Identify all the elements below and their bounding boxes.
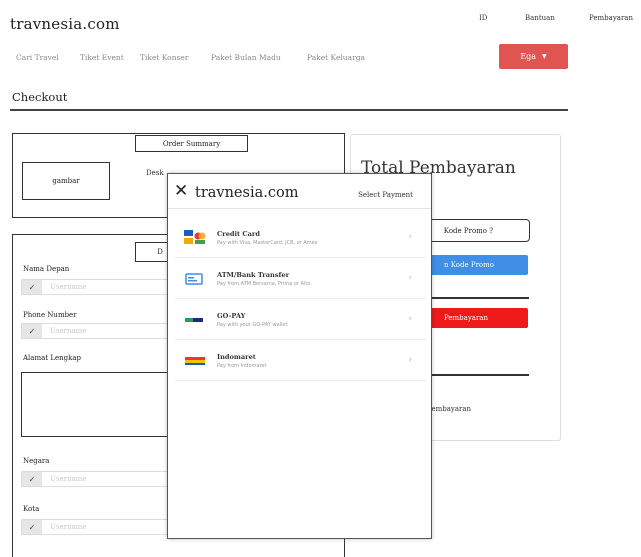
- page-title: Checkout: [12, 90, 68, 104]
- help-link[interactable]: Bantuan: [525, 14, 555, 22]
- phone-field: ✓: [21, 323, 171, 339]
- check-icon: ✓: [22, 520, 42, 534]
- chevron-right-icon: ›: [408, 273, 412, 283]
- first-name-input[interactable]: [42, 280, 170, 294]
- country-input[interactable]: [42, 472, 170, 486]
- payment-option-atm[interactable]: ATM/Bank Transfer Pay from ATM Bersama, …: [175, 259, 426, 299]
- city-input[interactable]: [42, 520, 170, 534]
- divider: [10, 109, 568, 111]
- payment-option-desc: Pay from Indomaret: [217, 362, 267, 369]
- country-field: ✓: [21, 471, 171, 487]
- phone-input[interactable]: [42, 324, 170, 338]
- payment-option-name: GO-PAY: [217, 311, 246, 320]
- payment-option-indomaret[interactable]: Indomaret Pay from Indomaret ›: [175, 341, 426, 381]
- indomaret-icon: [183, 352, 207, 370]
- first-name-label: Nama Depan: [23, 265, 70, 273]
- city-field: ✓: [21, 519, 171, 535]
- payment-option-credit-card[interactable]: Credit Card Pay with Visa, MasterCard, J…: [175, 218, 426, 258]
- address-label: Alamat Lengkap: [23, 354, 81, 362]
- chevron-right-icon: ›: [408, 314, 412, 324]
- atm-icon: [183, 270, 207, 288]
- nav-tiket-konser[interactable]: Tiket Konser: [140, 53, 188, 62]
- gopay-icon: [183, 311, 207, 329]
- payment-link[interactable]: Pembayaran: [589, 14, 633, 22]
- nav-paket-bulan-madu[interactable]: Paket Bulan Madu: [211, 53, 281, 62]
- divider: [168, 208, 431, 209]
- credit-card-icon: [183, 229, 207, 247]
- user-menu-button[interactable]: Ega ▼: [499, 44, 568, 69]
- payment-option-name: Indomaret: [217, 352, 256, 361]
- check-icon: ✓: [22, 280, 42, 294]
- caret-down-icon: ▼: [542, 53, 547, 60]
- chevron-right-icon: ›: [408, 355, 412, 365]
- payment-option-gopay[interactable]: GO-PAY Pay with your GO-PAY wallet ›: [175, 300, 426, 340]
- nav-paket-keluarga[interactable]: Paket Keluarga: [307, 53, 365, 62]
- modal-brand: travnesia.com: [195, 185, 299, 201]
- payment-option-desc: Pay from ATM Bersama, Prima or Alto: [217, 280, 311, 287]
- payment-option-desc: Pay with Visa, MasterCard, JCB, or Amex: [217, 239, 318, 246]
- check-icon: ✓: [22, 472, 42, 486]
- chevron-right-icon: ›: [408, 232, 412, 242]
- nav-cari-travel[interactable]: Cari Travel: [16, 53, 59, 62]
- payment-option-name: ATM/Bank Transfer: [217, 270, 290, 279]
- country-label: Negara: [23, 457, 50, 465]
- payment-option-desc: Pay with your GO-PAY wallet: [217, 321, 288, 328]
- user-name: Ega: [520, 52, 537, 61]
- nav-tiket-event[interactable]: Tiket Event: [80, 53, 124, 62]
- payment-option-name: Credit Card: [217, 229, 260, 238]
- product-image-placeholder: gambar: [22, 162, 110, 200]
- payment-method-modal: ✕ travnesia.com Select Payment Credit Ca…: [167, 173, 432, 539]
- language-link[interactable]: ID: [479, 14, 487, 22]
- address-textarea[interactable]: [21, 372, 176, 437]
- order-description: Desk: [146, 169, 164, 177]
- modal-subtitle: Select Payment: [358, 191, 413, 199]
- city-label: Kota: [23, 505, 40, 513]
- order-summary-legend: Order Summary: [135, 135, 248, 152]
- check-icon: ✓: [22, 324, 42, 338]
- site-logo[interactable]: travnesia.com: [10, 15, 120, 33]
- phone-label: Phone Number: [23, 311, 77, 319]
- close-icon[interactable]: ✕: [174, 183, 188, 200]
- first-name-field: ✓: [21, 279, 171, 295]
